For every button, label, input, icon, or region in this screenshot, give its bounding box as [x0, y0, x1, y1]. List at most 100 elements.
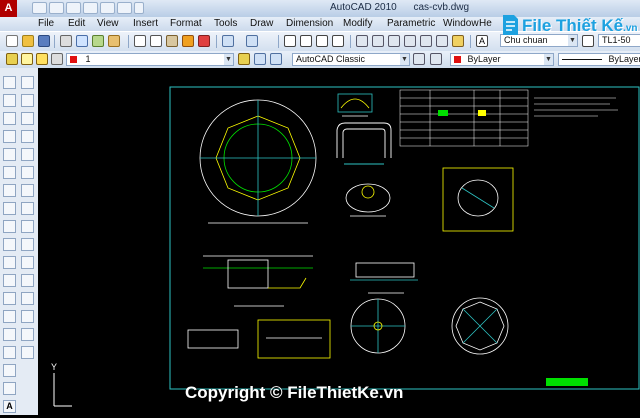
make-current-layer-icon[interactable] — [238, 53, 250, 65]
quickcalc-icon[interactable] — [436, 35, 448, 47]
multiline-text-tool-icon[interactable]: A — [3, 400, 16, 413]
qnew-icon[interactable] — [6, 35, 18, 47]
menu-tools[interactable]: Tools — [214, 18, 237, 29]
plot-preview-icon[interactable] — [76, 35, 88, 47]
help-icon[interactable] — [452, 35, 464, 47]
explode-tool-icon[interactable] — [21, 346, 34, 359]
menu-view[interactable]: View — [97, 18, 119, 29]
revision-cloud-tool-icon[interactable] — [3, 202, 16, 215]
move-tool-icon[interactable] — [21, 166, 34, 179]
point-tool-icon[interactable] — [3, 310, 16, 323]
quick-access-dropdown-icon[interactable] — [134, 2, 144, 14]
table-tool-icon[interactable] — [3, 382, 16, 395]
make-block-tool-icon[interactable] — [3, 292, 16, 305]
copyright-watermark: Copyright © FileThietKe.vn — [185, 383, 404, 402]
break-tool-icon[interactable] — [21, 274, 34, 287]
erase-tool-icon[interactable] — [21, 76, 34, 89]
print-icon[interactable] — [117, 2, 132, 14]
y-axis-label: Y — [51, 362, 58, 372]
plot-icon[interactable] — [60, 35, 72, 47]
general-notes — [534, 97, 618, 117]
extend-tool-icon[interactable] — [21, 256, 34, 269]
menu-dimension[interactable]: Dimension — [286, 18, 333, 29]
paste-icon[interactable] — [166, 35, 178, 47]
autocad-app-icon[interactable]: A — [0, 0, 17, 17]
gradient-tool-icon[interactable] — [3, 346, 16, 359]
color-select[interactable]: ByLayer ▼ — [450, 53, 554, 66]
array-tool-icon[interactable] — [21, 148, 34, 161]
drawing-canvas[interactable]: Y — [38, 68, 640, 415]
layer-properties-icon[interactable] — [6, 53, 18, 65]
menu-insert[interactable]: Insert — [133, 18, 158, 29]
insert-block-tool-icon[interactable] — [3, 274, 16, 287]
hatch-tool-icon[interactable] — [3, 328, 16, 341]
polygon-tool-icon[interactable] — [3, 130, 16, 143]
layer-previous-icon[interactable] — [254, 53, 266, 65]
markup-icon[interactable] — [420, 35, 432, 47]
stretch-tool-icon[interactable] — [21, 220, 34, 233]
mirror-tool-icon[interactable] — [21, 112, 34, 125]
workspace-settings-icon[interactable] — [413, 53, 425, 65]
chamfer-tool-icon[interactable] — [21, 310, 34, 323]
workspace-settings-icon[interactable] — [430, 53, 442, 65]
menu-file[interactable]: File — [38, 18, 54, 29]
zoom-previous-icon[interactable] — [332, 35, 344, 47]
tool-palettes-icon[interactable] — [388, 35, 400, 47]
scale-tool-icon[interactable] — [21, 202, 34, 215]
chevron-down-icon: ▼ — [544, 54, 553, 65]
menu-window[interactable]: Window — [443, 18, 479, 29]
polyline-tool-icon[interactable] — [3, 112, 16, 125]
rectangle-tool-icon[interactable] — [3, 148, 16, 161]
match-properties-icon[interactable] — [182, 35, 194, 47]
cut-icon[interactable] — [134, 35, 146, 47]
design-center-icon[interactable] — [372, 35, 384, 47]
save-file-icon[interactable] — [38, 35, 50, 47]
menu-draw[interactable]: Draw — [250, 18, 273, 29]
layer-on-icon[interactable] — [21, 53, 33, 65]
open-icon[interactable] — [49, 2, 64, 14]
3d-print-icon[interactable] — [108, 35, 120, 47]
redo-tool-icon[interactable] — [246, 35, 258, 47]
new-icon[interactable] — [32, 2, 47, 14]
ellipse-tool-icon[interactable] — [3, 238, 16, 251]
redo-icon[interactable] — [100, 2, 115, 14]
text-style-icon[interactable]: A — [476, 35, 488, 47]
line-tool-icon[interactable] — [3, 76, 16, 89]
fillet-tool-icon[interactable] — [21, 328, 34, 341]
publish-icon[interactable] — [92, 35, 104, 47]
rotate-tool-icon[interactable] — [21, 184, 34, 197]
undo-tool-icon[interactable] — [222, 35, 234, 47]
menu-format[interactable]: Format — [170, 18, 202, 29]
construction-line-tool-icon[interactable] — [3, 94, 16, 107]
zoom-realtime-icon[interactable] — [300, 35, 312, 47]
layer-select[interactable]: 1 ▼ — [66, 53, 234, 66]
menu-modify[interactable]: Modify — [343, 18, 372, 29]
undo-icon[interactable] — [83, 2, 98, 14]
linetype-select[interactable]: ByLayer — [558, 53, 640, 66]
workspace-select[interactable]: AutoCAD Classic ▼ — [292, 53, 410, 66]
copy-icon[interactable] — [150, 35, 162, 47]
save-icon[interactable] — [66, 2, 81, 14]
ellipse-arc-tool-icon[interactable] — [3, 256, 16, 269]
circle-tool-icon[interactable] — [3, 184, 16, 197]
layer-lock-icon[interactable] — [51, 53, 63, 65]
toolbar-separator — [278, 35, 279, 48]
open-file-icon[interactable] — [22, 35, 34, 47]
trim-tool-icon[interactable] — [21, 238, 34, 251]
arc-tool-icon[interactable] — [3, 166, 16, 179]
menu-parametric[interactable]: Parametric — [387, 18, 435, 29]
pan-icon[interactable] — [284, 35, 296, 47]
layer-freeze-icon[interactable] — [36, 53, 48, 65]
offset-tool-icon[interactable] — [21, 130, 34, 143]
properties-icon[interactable] — [356, 35, 368, 47]
zoom-window-icon[interactable] — [316, 35, 328, 47]
region-tool-icon[interactable] — [3, 364, 16, 377]
block-editor-icon[interactable] — [198, 35, 210, 47]
join-tool-icon[interactable] — [21, 292, 34, 305]
menu-edit[interactable]: Edit — [68, 18, 85, 29]
sheet-set-icon[interactable] — [404, 35, 416, 47]
layer-state-icon[interactable] — [270, 53, 282, 65]
menu-help[interactable]: He — [479, 18, 492, 29]
copy-tool-icon[interactable] — [21, 94, 34, 107]
spline-tool-icon[interactable] — [3, 220, 16, 233]
